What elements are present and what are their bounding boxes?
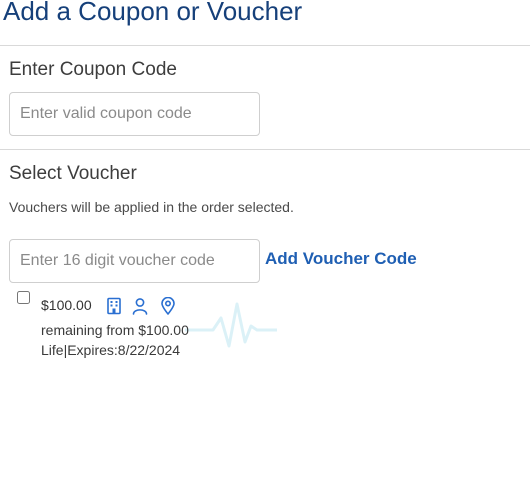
coupon-heading: Enter Coupon Code [9,59,177,80]
location-pin-icon[interactable] [159,297,177,315]
page-title: Add a Coupon or Voucher [3,0,303,26]
voucher-code-input[interactable] [9,239,260,283]
voucher-heading: Select Voucher [9,163,137,184]
voucher-expiry: Life|Expires:8/22/2024 [41,342,181,358]
header-divider [0,45,530,46]
pulse-watermark-icon [185,302,277,348]
building-icon[interactable] [105,297,123,315]
voucher-select-checkbox[interactable] [17,291,30,304]
voucher-order-note: Vouchers will be applied in the order se… [9,199,294,215]
person-icon[interactable] [131,297,149,315]
voucher-amount: $100.00 [41,297,92,313]
voucher-remaining: remaining from $100.00 [41,322,189,338]
add-voucher-code-button[interactable]: Add Voucher Code [265,249,417,269]
coupon-code-input[interactable] [9,92,260,136]
section-divider [0,149,530,150]
